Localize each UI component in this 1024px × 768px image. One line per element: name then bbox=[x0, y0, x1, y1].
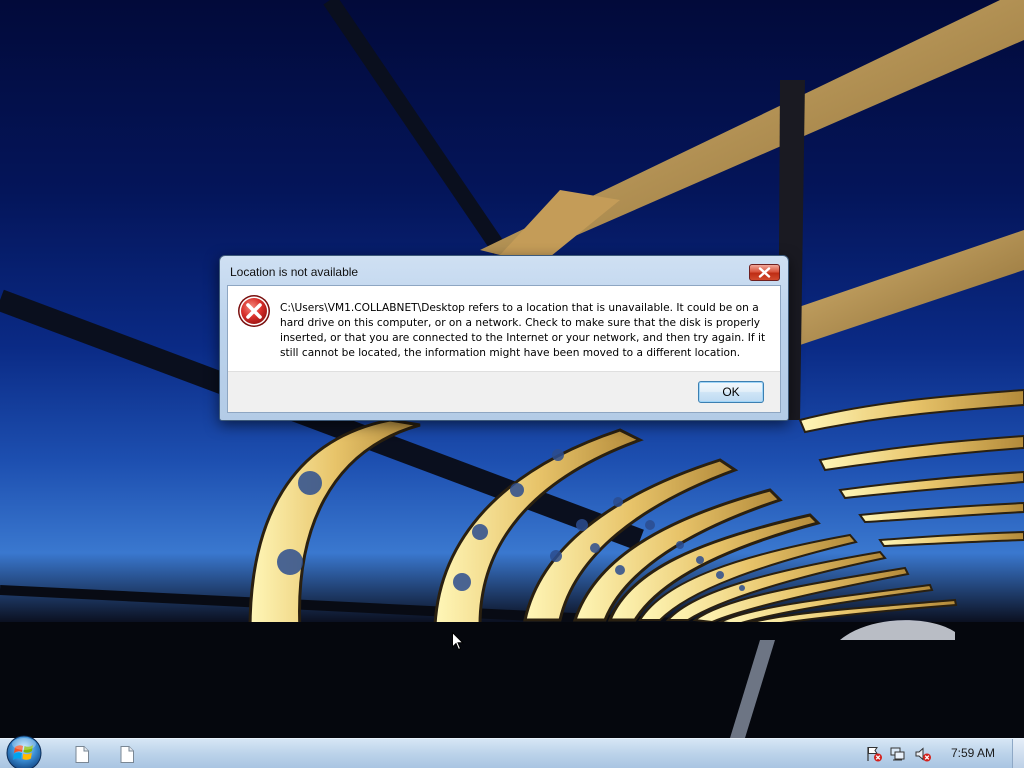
action-center-flag-icon[interactable] bbox=[865, 746, 883, 762]
taskbar-button-document[interactable] bbox=[69, 743, 95, 765]
mouse-cursor-icon bbox=[452, 632, 464, 651]
error-dialog: Location is not available C:\Users\VM1.C… bbox=[219, 255, 789, 421]
close-icon bbox=[758, 267, 771, 278]
close-button[interactable] bbox=[749, 264, 780, 281]
ok-button[interactable]: OK bbox=[698, 381, 764, 403]
taskbar-button-document[interactable] bbox=[114, 743, 140, 765]
taskbar: 7:59 AM bbox=[0, 735, 1024, 768]
network-icon[interactable] bbox=[889, 746, 907, 762]
error-icon bbox=[238, 295, 270, 327]
dialog-footer: OK bbox=[228, 371, 780, 412]
desktop: Location is not available C:\Users\VM1.C… bbox=[0, 0, 1024, 768]
document-icon bbox=[75, 745, 89, 763]
show-desktop-button[interactable] bbox=[1012, 739, 1024, 768]
document-icon bbox=[120, 745, 134, 763]
dialog-message: C:\Users\VM1.COLLABNET\Desktop refers to… bbox=[280, 302, 766, 359]
dialog-title: Location is not available bbox=[230, 265, 359, 279]
clock[interactable]: 7:59 AM bbox=[944, 746, 1002, 760]
dialog-content: C:\Users\VM1.COLLABNET\Desktop refers to… bbox=[227, 285, 781, 413]
volume-muted-icon[interactable] bbox=[914, 746, 932, 762]
windows-start-orb-icon[interactable] bbox=[4, 733, 44, 768]
